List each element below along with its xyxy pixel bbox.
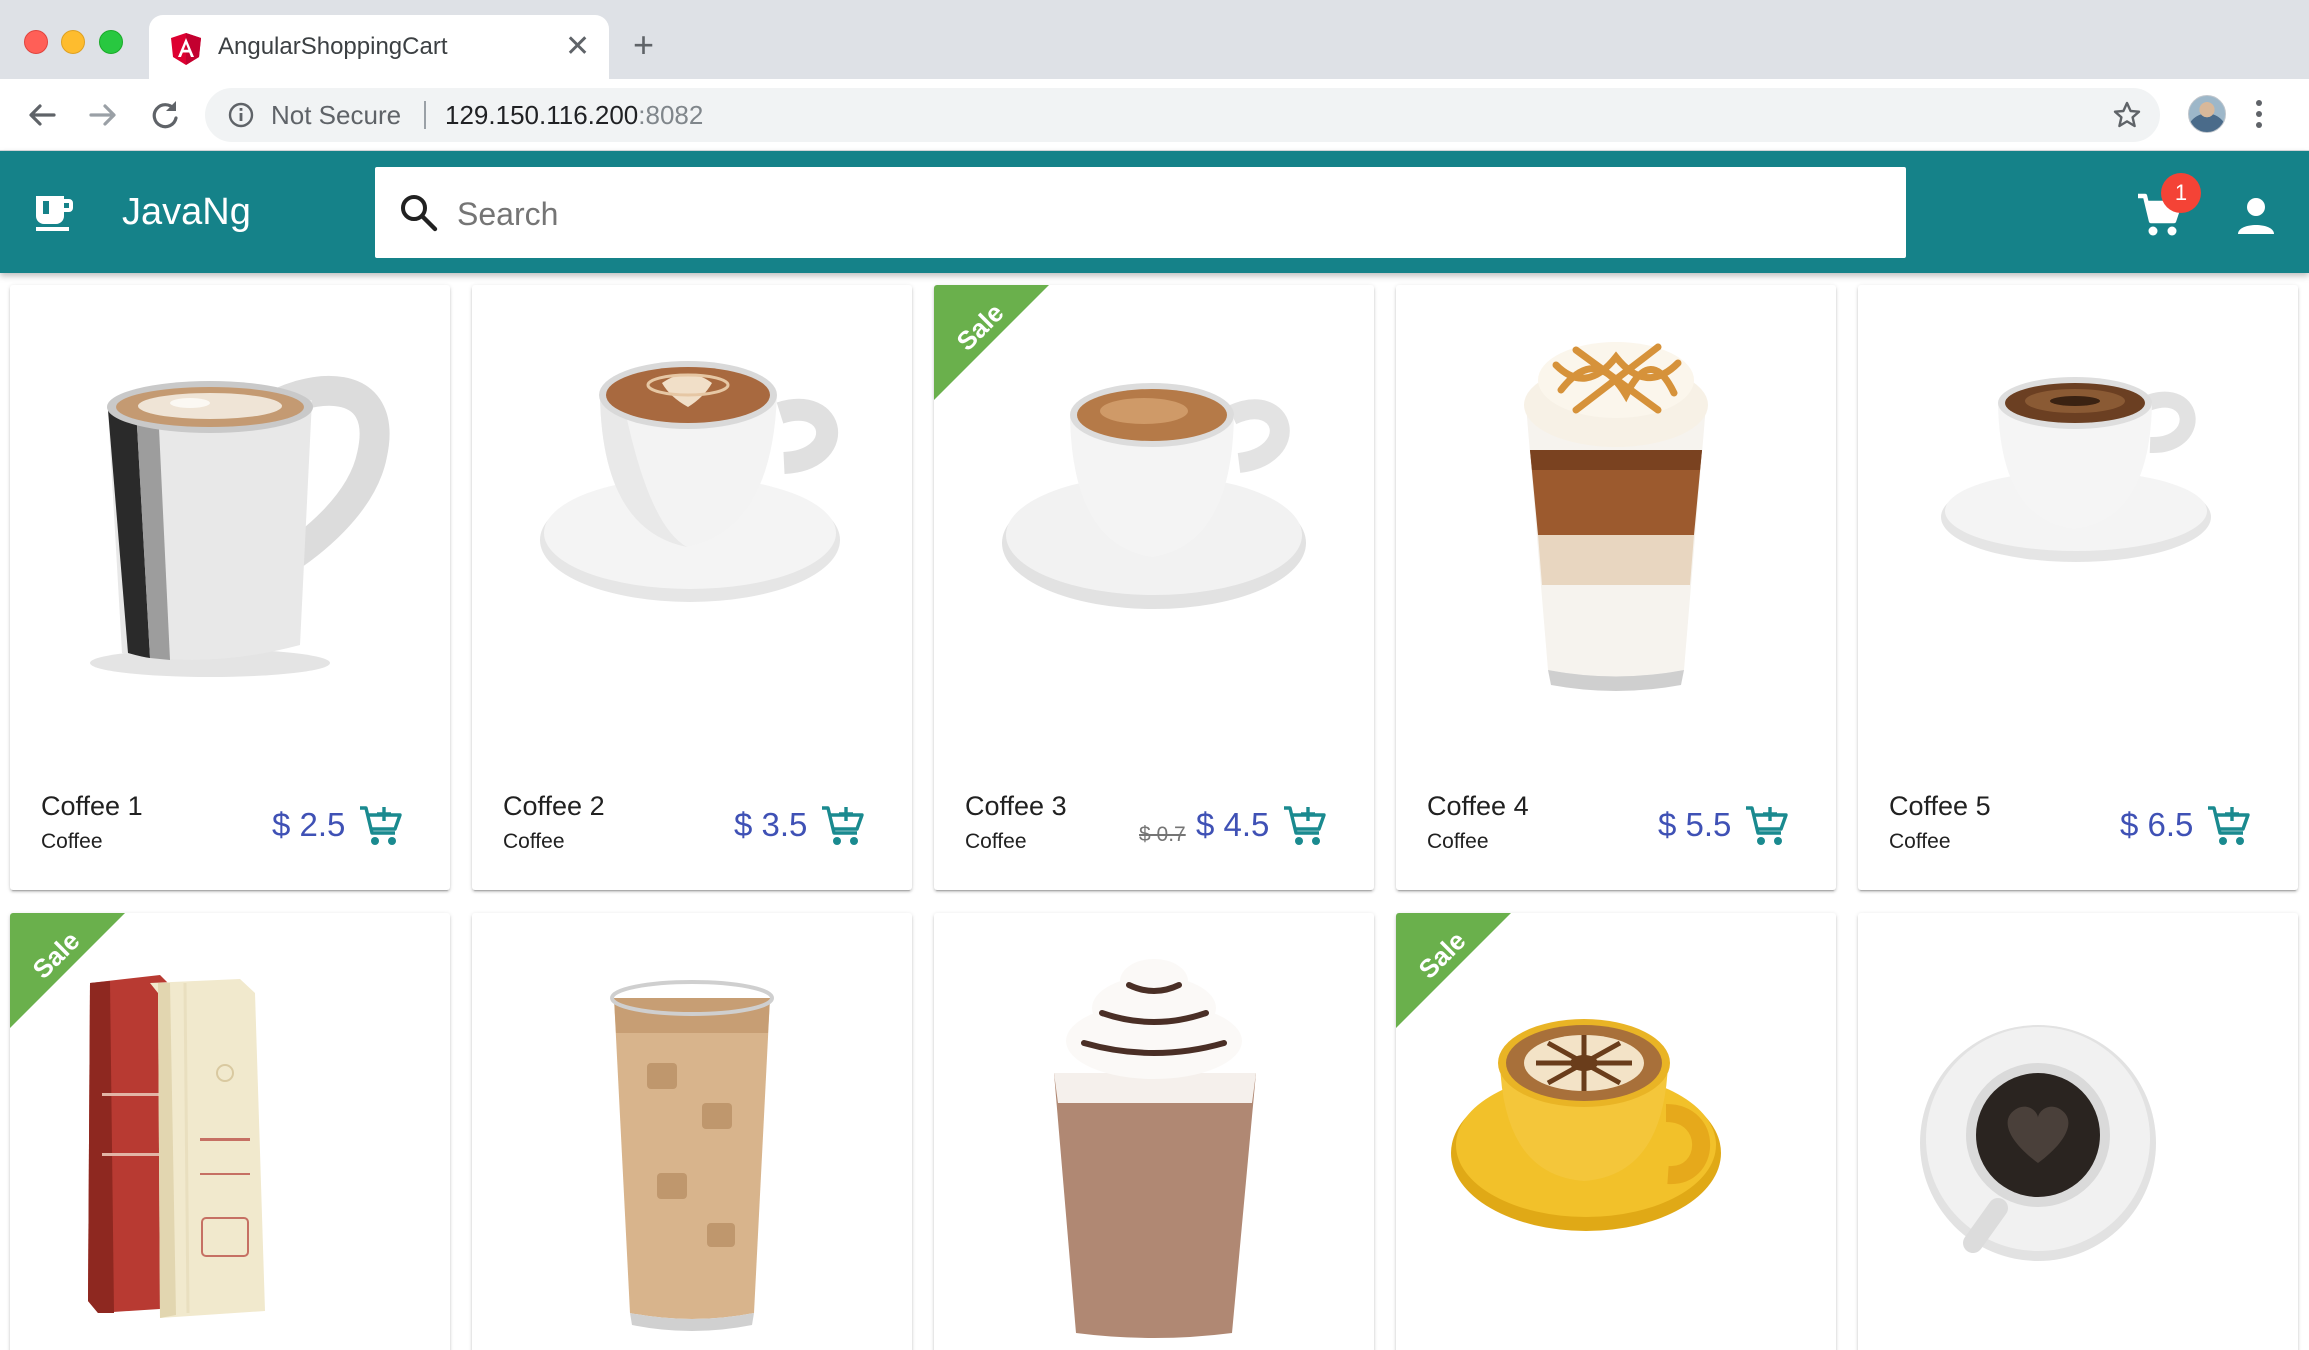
product-name: Coffee 4	[1427, 791, 1529, 821]
more-vert-icon[interactable]	[2253, 96, 2265, 132]
profile-avatar[interactable]	[2188, 95, 2226, 133]
new-tab-button[interactable]: +	[633, 27, 654, 63]
product-category: Coffee	[965, 830, 1027, 853]
product-image[interactable]	[934, 913, 1374, 1350]
product-image[interactable]	[1858, 285, 2298, 745]
product-category: Coffee	[41, 830, 103, 853]
product-card[interactable]: Sale	[1396, 913, 1836, 1350]
tab-close-icon[interactable]: ✕	[565, 32, 590, 62]
add-to-cart-icon[interactable]	[1744, 803, 1790, 849]
product-name: Coffee 1	[41, 791, 143, 821]
product-price: $ 6.5	[2120, 806, 2194, 843]
url-host: 129.150.116.200	[445, 100, 639, 130]
product-image[interactable]	[10, 285, 450, 745]
app-title[interactable]: JavaNg	[122, 189, 251, 235]
product-card[interactable]: Coffee 2 Coffee $ 3.5	[472, 285, 912, 890]
product-price: $ 5.5	[1658, 806, 1732, 843]
product-image[interactable]	[472, 913, 912, 1350]
account-icon[interactable]	[2236, 196, 2276, 236]
product-category: Coffee	[1427, 830, 1489, 853]
coffee-cup-icon[interactable]	[34, 194, 74, 232]
product-card[interactable]: Coffee 1 Coffee $ 2.5	[10, 285, 450, 890]
forward-icon[interactable]	[85, 97, 121, 133]
add-to-cart-icon[interactable]	[358, 803, 404, 849]
address-bar[interactable]: Not Secure 129.150.116.200:8082	[205, 88, 2160, 142]
product-name: Coffee 5	[1889, 791, 1991, 821]
search-bar[interactable]	[375, 167, 1906, 258]
product-old-price: $ 0.7	[1139, 823, 1186, 846]
product-name: Coffee 2	[503, 791, 605, 821]
product-card[interactable]: Sale Coffee 3 Coffee $ 0.7 $ 4.5	[934, 285, 1374, 890]
browser-tab[interactable]: AngularShoppingCart ✕	[149, 15, 609, 79]
product-card[interactable]: Coffee 5 Coffee $ 6.5	[1858, 285, 2298, 890]
url-text[interactable]: 129.150.116.200:8082	[445, 100, 703, 130]
window-zoom-button[interactable]	[99, 30, 123, 54]
window-minimize-button[interactable]	[61, 30, 85, 54]
back-icon[interactable]	[24, 97, 60, 133]
product-card[interactable]: Sale	[10, 913, 450, 1350]
add-to-cart-icon[interactable]	[820, 803, 866, 849]
browser-toolbar: Not Secure 129.150.116.200:8082	[0, 79, 2309, 151]
angular-icon	[171, 33, 201, 65]
search-input[interactable]	[455, 183, 1879, 245]
address-separator	[424, 101, 426, 129]
product-category: Coffee	[503, 830, 565, 853]
sale-ribbon: Sale	[934, 285, 1049, 400]
product-card[interactable]	[934, 913, 1374, 1350]
browser-tab-bar: AngularShoppingCart ✕ +	[0, 0, 2309, 79]
product-price: $ 2.5	[272, 806, 346, 843]
product-price: $ 4.5	[1196, 806, 1270, 843]
star-icon[interactable]	[2112, 100, 2142, 130]
product-category: Coffee	[1889, 830, 1951, 853]
security-label: Not Secure	[271, 100, 402, 130]
url-port: :8082	[638, 100, 704, 130]
reload-icon[interactable]	[147, 97, 183, 133]
app-toolbar: JavaNg 1	[0, 151, 2309, 273]
product-image[interactable]	[472, 285, 912, 745]
add-to-cart-icon[interactable]	[2206, 803, 2252, 849]
product-name: Coffee 3	[965, 791, 1067, 821]
product-card[interactable]	[472, 913, 912, 1350]
product-image[interactable]	[1858, 913, 2298, 1350]
product-price: $ 3.5	[734, 806, 808, 843]
info-icon[interactable]	[227, 101, 255, 129]
window-close-button[interactable]	[24, 30, 48, 54]
product-image[interactable]	[1396, 285, 1836, 745]
search-icon	[401, 195, 438, 232]
product-grid: Coffee 1 Coffee $ 2.5 Coffee 2 Coffee $ …	[0, 273, 2309, 1350]
sale-ribbon: Sale	[1396, 913, 1511, 1028]
product-card[interactable]: Coffee 4 Coffee $ 5.5	[1396, 285, 1836, 890]
cart-count-badge: 1	[2161, 173, 2201, 213]
product-card[interactable]	[1858, 913, 2298, 1350]
tab-title: AngularShoppingCart	[218, 33, 448, 60]
sale-ribbon: Sale	[10, 913, 125, 1028]
add-to-cart-icon[interactable]	[1282, 803, 1328, 849]
